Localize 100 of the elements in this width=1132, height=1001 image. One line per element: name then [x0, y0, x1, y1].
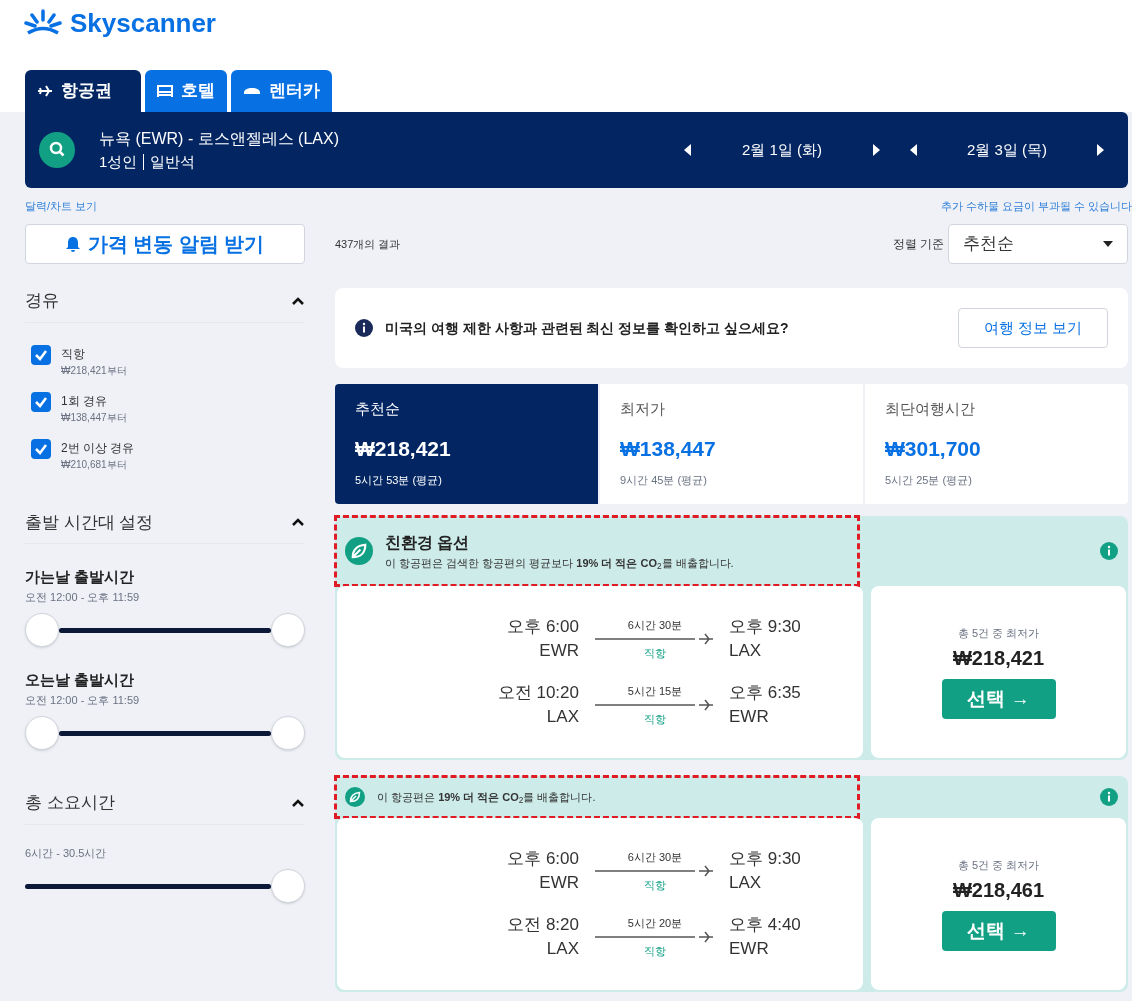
itinerary-panel[interactable]: 오후 6:00 EWR 6시간 30분 직항 오후 9:30 LAX 오전 10:20 LAX 5시간 15분 직항 오후 6:35 EWR — [337, 586, 863, 758]
eco-text: 이 항공편은 19% 더 적은 CO$_{2}$를 배출합니다. — [377, 789, 596, 806]
checkmark-icon — [34, 395, 48, 408]
previous-icon[interactable] — [910, 144, 918, 156]
arrival-time: 오후 9:30 — [729, 848, 801, 870]
flight-line-icon — [595, 633, 715, 645]
bell-icon — [65, 236, 80, 252]
filter-heading: 경유 — [25, 290, 59, 312]
slider-thumb[interactable] — [271, 716, 305, 750]
depart-date[interactable]: 2월 1일 (화) — [692, 138, 872, 162]
deal-note: 총 5건 중 최저가 — [957, 857, 1040, 873]
leg-duration: 6시간 30분 — [627, 849, 683, 865]
stop-option-price: ₩138,447부터 — [61, 410, 127, 425]
flight-price: ₩218,461 — [952, 878, 1045, 904]
sort-tab-label: 최저가 — [620, 399, 666, 419]
search-icon[interactable] — [39, 132, 75, 168]
price-alert-button[interactable]: 가격 변동 알림 받기 — [25, 224, 305, 264]
slider-thumb[interactable] — [25, 716, 59, 750]
collapse-icon[interactable] — [291, 295, 305, 306]
stop-option-price: ₩210,681부터 — [61, 457, 128, 472]
sort-tab-price: ₩138,447 — [620, 435, 717, 462]
info-icon[interactable] — [1100, 788, 1118, 806]
range-slider[interactable] — [25, 613, 305, 647]
slider-thumb[interactable] — [271, 613, 305, 647]
sort-tab-duration: 5시간 53분 (평균) — [355, 473, 443, 488]
leaf-icon — [345, 787, 365, 807]
arrival-time: 오후 9:30 — [729, 616, 801, 638]
sort-tab-label: 최단여행시간 — [885, 399, 976, 419]
flight-line-icon — [595, 699, 715, 711]
checkbox[interactable] — [31, 391, 51, 412]
arrival-airport: LAX — [729, 640, 763, 662]
sort-tab[interactable]: 추천순 ₩218,421 5시간 53분 (평균) — [335, 384, 598, 504]
sort-tab-label: 추천순 — [355, 399, 401, 419]
stop-option-price: ₩218,421부터 — [61, 363, 127, 378]
deal-note: 총 5건 중 최저가 — [957, 625, 1040, 641]
stops-label: 직항 — [644, 878, 666, 893]
stops-label: 직항 — [644, 944, 666, 959]
search-summary-bar[interactable]: 뉴욕 (EWR) - 로스앤젤레스 (LAX) 1성인 일반석 2월 1일 (화) 2월 3일 (목) — [25, 112, 1128, 188]
arrival-airport: LAX — [729, 872, 763, 894]
departure-airport: LAX — [546, 938, 579, 960]
range-slider[interactable] — [25, 869, 305, 903]
stops-label: 직항 — [644, 646, 666, 661]
passenger-text: 1성인 — [99, 151, 138, 172]
leaf-icon — [345, 537, 373, 565]
departure-airport: EWR — [539, 872, 579, 894]
route-text: 뉴욕 (EWR) - 로스앤젤레스 (LAX) — [99, 128, 339, 149]
flight-line-icon — [595, 865, 715, 877]
filter-heading: 총 소요시간 — [25, 792, 115, 814]
slider-label: 오는날 출발시간 — [25, 670, 136, 690]
checkbox[interactable] — [31, 438, 51, 459]
travel-info-text: 미국의 여행 제한 사항과 관련된 최신 정보를 확인하고 싶으세요? — [385, 318, 789, 338]
collapse-icon[interactable] — [291, 797, 305, 808]
departure-time: 오후 6:00 — [507, 616, 579, 638]
stops-label: 직항 — [644, 712, 666, 727]
cabin-text: 일반석 — [150, 151, 196, 172]
sort-tab-price: ₩301,700 — [885, 435, 982, 462]
range-slider[interactable] — [25, 716, 305, 750]
category-tab[interactable]: 호텔 — [145, 70, 227, 112]
slider-thumb[interactable] — [25, 613, 59, 647]
baggage-fee-link[interactable]: 추가 수하물 요금이 부과될 수 있습니다 — [940, 197, 1132, 215]
results-count: 437개의 결과 — [335, 236, 401, 252]
itinerary-panel[interactable]: 오후 6:00 EWR 6시간 30분 직항 오후 9:30 LAX 오전 8:20 LAX 5시간 20분 직항 오후 4:40 EWR — [337, 818, 863, 990]
slider-label: 가는날 출발시간 — [25, 567, 136, 587]
category-tab[interactable]: 렌터카 — [231, 70, 332, 112]
travel-info-button[interactable]: 여행 정보 보기 — [958, 308, 1108, 348]
logo-text: Skyscanner — [70, 8, 216, 38]
next-icon[interactable] — [1096, 144, 1104, 156]
slider-range: 오전 12:00 - 오후 11:59 — [25, 589, 141, 605]
departure-airport: LAX — [546, 706, 579, 728]
sort-tab[interactable]: 최단여행시간 ₩301,700 5시간 25분 (평균) — [865, 384, 1128, 504]
category-tab[interactable]: 항공권 — [25, 70, 141, 112]
checkmark-icon — [34, 442, 48, 455]
next-icon[interactable] — [872, 144, 880, 156]
eco-text: 이 항공편은 검색한 항공편의 평균보다 19% 더 적은 CO$_{2}$를 배출합니다. — [385, 555, 734, 572]
leg-duration: 5시간 20분 — [627, 915, 683, 931]
arrival-airport: EWR — [729, 706, 770, 728]
stop-option-label[interactable]: 직항 — [61, 344, 127, 363]
caret-icon — [1103, 241, 1113, 247]
bed-icon — [157, 84, 173, 98]
calendar-link[interactable]: 달력/차트 보기 — [25, 197, 98, 215]
sort-tab-price: ₩218,421 — [355, 435, 452, 462]
stop-option-label[interactable]: 1회 경유 — [61, 391, 127, 410]
departure-airport: EWR — [539, 640, 579, 662]
checkbox[interactable] — [31, 344, 51, 365]
departure-time: 오후 6:00 — [507, 848, 579, 870]
departure-time: 오전 8:20 — [507, 914, 579, 936]
stop-option-label[interactable]: 2번 이상 경유 — [61, 438, 135, 457]
return-date[interactable]: 2월 3일 (목) — [918, 138, 1096, 162]
leg-duration: 5시간 15분 — [627, 683, 683, 699]
info-icon[interactable] — [1100, 542, 1118, 560]
plane-icon — [37, 84, 53, 98]
sort-tab[interactable]: 최저가 ₩138,447 9시간 45분 (평균) — [600, 384, 863, 504]
sort-dropdown[interactable]: 추천순 — [948, 224, 1128, 264]
slider-thumb[interactable] — [271, 869, 305, 903]
previous-icon[interactable] — [684, 144, 692, 156]
car-icon — [243, 86, 261, 96]
sunrise-logo-icon — [24, 8, 62, 36]
collapse-icon[interactable] — [291, 517, 305, 528]
arrival-time: 오후 4:40 — [729, 914, 801, 936]
leg-duration: 6시간 30분 — [627, 617, 683, 633]
